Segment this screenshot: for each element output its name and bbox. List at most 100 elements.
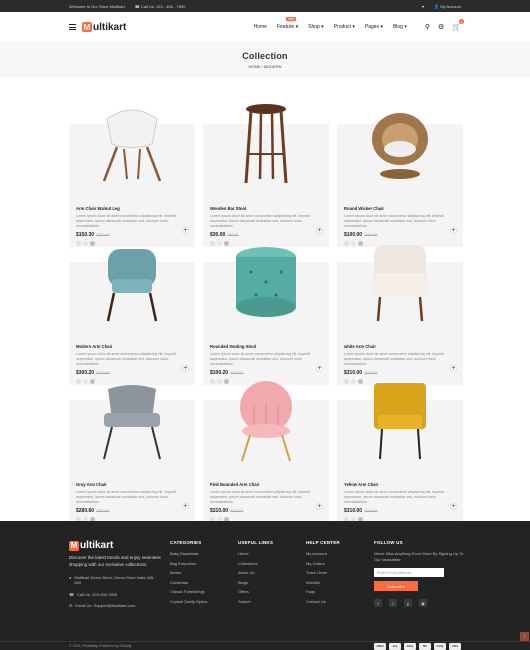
color-swatch[interactable] [76,378,81,384]
footer-bottom: © 2024, Pixelstrap Powered by Shopify AM… [0,641,530,650]
product-image[interactable] [337,245,463,340]
breadcrumb[interactable]: HOME / MODERN [0,64,530,69]
footer-link[interactable]: Christmas [170,580,207,585]
footer-link[interactable]: Blogs [238,580,273,585]
color-swatch[interactable] [344,378,349,384]
color-swatch[interactable] [344,240,349,246]
call-text: ☎ Call Us: 123 - 456 - 7890 [134,3,186,9]
product-card[interactable]: Modern Arm Chair Lorem ipsum dolor sit a… [69,249,195,385]
back-to-top-button[interactable]: ↑ [520,632,529,641]
nav-item-blog[interactable]: Blog ▾ [393,24,407,30]
nav-item-shop[interactable]: Shop ▾ [308,24,324,30]
footer-link[interactable]: Wishlist [306,580,340,585]
footer-link[interactable]: Faqs [306,589,340,594]
product-name[interactable]: Wooden Bar Stool [210,206,322,211]
twitter-icon[interactable]: t [389,599,397,607]
logo-mark: M [82,22,92,32]
footer-link[interactable]: Classic Furnishings [170,589,207,594]
product-name[interactable]: Yellow Arm Chair [344,482,456,487]
logo[interactable]: M ultikart [82,22,126,33]
product-card[interactable]: Pink Bounded Arm Chair Lorem ipsum dolor… [203,381,329,523]
color-swatch[interactable] [76,240,81,246]
search-icon[interactable]: ⚲ [425,23,430,31]
product-description: Lorem ipsum dolor sit amet consectetur a… [344,352,445,366]
product-name[interactable]: Gray Arm Chair [76,482,188,487]
product-info: Yellow Arm Chair Lorem ipsum dolor sit a… [337,478,463,523]
nav-item-feature[interactable]: Feature ▾ new [277,17,298,30]
mail-icon: ✉ [69,603,73,609]
add-to-cart-icon[interactable]: + [182,365,189,372]
add-to-cart-icon[interactable]: + [316,365,323,372]
color-swatch[interactable] [210,378,215,384]
logo-text: ultikart [80,540,114,551]
product-image[interactable] [337,113,463,202]
footer-description: Discover the latest trends and enjoy sea… [69,555,161,567]
chair-image [374,383,426,460]
product-image[interactable] [337,383,463,478]
add-to-cart-icon[interactable]: + [182,503,189,510]
product-name[interactable]: Round Wicker Chair [344,206,456,211]
footer-link[interactable]: Track Order [306,570,340,575]
old-price: $300.00 [96,508,110,513]
nav-item-pages[interactable]: Pages ▾ [365,24,383,30]
add-to-cart-icon[interactable]: + [450,365,457,372]
subscribe-button[interactable]: Subscribe [374,581,418,591]
pinterest-icon[interactable]: p [404,599,412,607]
payment-card-icon: VISA [449,642,461,650]
facebook-icon[interactable]: f [374,599,382,607]
footer-logo[interactable]: M ultikart [69,540,161,551]
settings-icon[interactable]: ⚙ [438,23,444,31]
product-image[interactable] [203,104,329,202]
product-image[interactable] [203,247,329,340]
product-image[interactable] [203,381,329,478]
product-description: Lorem ipsum dolor sit amet consectetur a… [344,490,445,504]
product-image[interactable] [69,385,195,478]
welcome-text: Welcome to Our Store Multikart [69,3,125,9]
footer-link[interactable]: Baby Essentials [170,551,207,556]
product-card[interactable]: Gray Arm Chair Lorem ipsum dolor sit ame… [69,385,195,523]
account-link[interactable]: 👤 My Account [434,4,461,9]
footer-link[interactable]: Offers [238,589,273,594]
footer-link[interactable]: Search [238,599,273,604]
footer-link[interactable]: Collections [238,561,273,566]
footer-link[interactable]: Contact Us [306,599,340,604]
email-input[interactable]: Enter Email Address [374,568,444,577]
menu-icon[interactable] [69,24,76,30]
product-name[interactable]: Modern Arm Chair [76,344,188,349]
footer-link[interactable]: Books [170,570,207,575]
product-name[interactable]: Arm Chair Walnut Leg [76,206,188,211]
add-to-cart-icon[interactable]: + [450,503,457,510]
footer-link[interactable]: Home [238,551,273,556]
footer-link[interactable]: My Orders [306,561,340,566]
instagram-icon[interactable]: ◉ [419,599,427,607]
footer-link[interactable]: Crystal Clarity Optics [170,599,207,604]
product-card[interactable]: Yellow Arm Chair Lorem ipsum dolor sit a… [337,383,463,523]
footer-link[interactable]: About Us [238,570,273,575]
add-to-cart-icon[interactable]: + [450,227,457,234]
wishlist-icon[interactable]: ♥ [422,4,424,9]
product-name[interactable]: Rounded Seating Stool [210,344,322,349]
product-card[interactable]: Round Wicker Chair Lorem ipsum dolor sit… [337,113,463,247]
product-card[interactable]: white Arm Chair Lorem ipsum dolor sit am… [337,245,463,385]
product-card[interactable]: Rounded Seating Stool Lorem ipsum dolor … [203,247,329,385]
color-swatch[interactable] [210,240,215,246]
nav-item-home[interactable]: Home [254,24,267,30]
product-price: $310.00 $320.00 [210,507,244,514]
product-name[interactable]: Pink Bounded Arm Chair [210,482,322,487]
footer-link[interactable]: My Account [306,551,340,556]
new-badge: new [285,17,297,21]
main-header: M ultikart Home Feature ▾ new Shop ▾ Product… [0,12,530,42]
footer-link[interactable]: Bag Emporium [170,561,207,566]
footer-useful-links: USEFUL LINKS Home Collections About Us Blogs… [238,540,274,604]
product-card[interactable]: Wooden Bar Stool Lorem ipsum dolor sit a… [203,104,329,247]
add-to-cart-icon[interactable]: + [316,227,323,234]
product-image[interactable] [69,109,195,202]
add-to-cart-icon[interactable]: + [316,503,323,510]
chair-image [372,113,428,179]
add-to-cart-icon[interactable]: + [182,227,189,234]
product-image[interactable] [69,249,195,340]
product-name[interactable]: white Arm Chair [344,344,456,349]
product-card[interactable]: Arm Chair Walnut Leg Lorem ipsum dolor s… [69,109,195,247]
cart-icon[interactable]: 🛒 0 [452,19,464,31]
nav-item-product[interactable]: Product ▾ [334,24,355,30]
